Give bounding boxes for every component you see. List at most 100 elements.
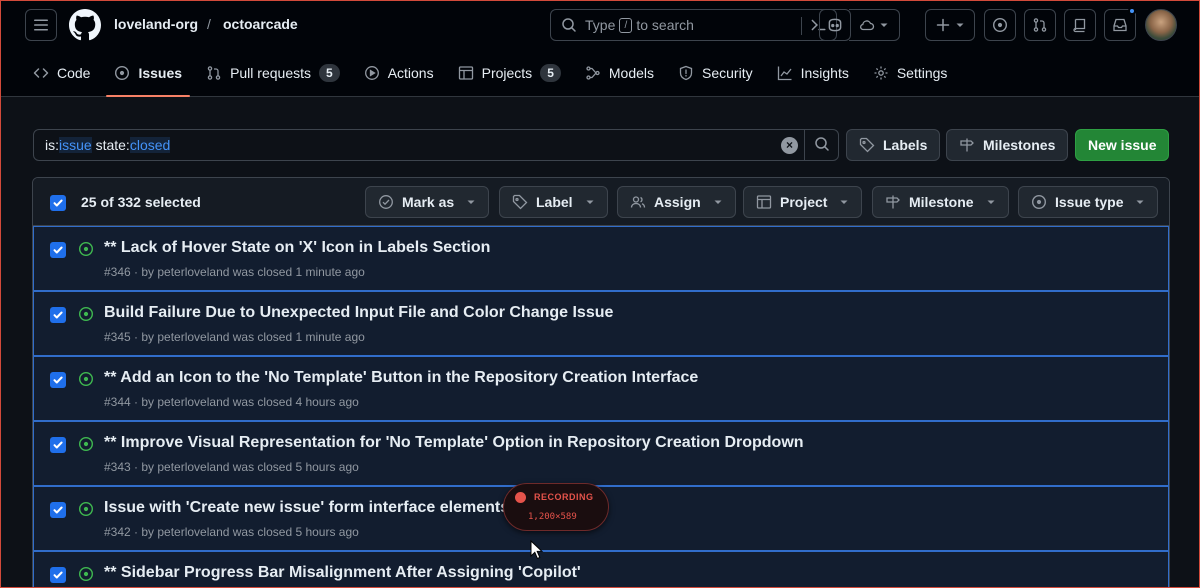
clear-filter-icon[interactable]: × <box>781 137 798 154</box>
breadcrumb-separator: / <box>207 16 211 32</box>
search-icon <box>561 17 577 33</box>
pull-requests-button[interactable] <box>1024 9 1056 41</box>
create-new-button[interactable] <box>925 9 975 41</box>
new-issue-button[interactable]: New issue <box>1075 129 1170 161</box>
chevron-down-icon <box>839 197 849 207</box>
mark-as-label: Mark as <box>402 194 455 210</box>
row-checkbox[interactable] <box>50 307 66 323</box>
row-checkbox[interactable] <box>50 567 66 583</box>
filter-value-issue: issue <box>59 137 92 153</box>
gear-icon <box>873 65 889 81</box>
list-item[interactable]: Build Failure Due to Unexpected Input Fi… <box>33 291 1169 356</box>
global-header: loveland-org / octoarcade Type / to sear… <box>1 1 1199 97</box>
global-search-input[interactable]: Type / to search <box>550 9 837 41</box>
issue-title[interactable]: Issue with 'Create new issue' form inter… <box>104 499 509 517</box>
row-checkbox[interactable] <box>50 502 66 518</box>
header-row: loveland-org / octoarcade Type / to sear… <box>25 7 1177 41</box>
assign-button[interactable]: Assign <box>617 186 736 218</box>
tab-pull-requests[interactable]: Pull requests 5 <box>198 53 348 93</box>
new-issue-label: New issue <box>1088 137 1157 153</box>
filter-key-is: is: <box>45 137 59 153</box>
recording-label: RECORDING <box>534 492 594 502</box>
tab-code[interactable]: Code <box>25 53 98 93</box>
labels-label: Labels <box>883 137 928 153</box>
notification-indicator <box>1128 7 1136 15</box>
repo-nav-tabs: Code Issues Pull requests 5 Actions Proj… <box>25 53 1177 97</box>
issue-title[interactable]: ** Improve Visual Representation for 'No… <box>104 434 804 452</box>
list-item[interactable]: ** Lack of Hover State on 'X' Icon in La… <box>33 226 1169 291</box>
tab-counter: 5 <box>540 64 561 82</box>
code-icon <box>33 65 49 81</box>
issue-opened-icon <box>1031 194 1047 210</box>
search-placeholder-prefix: Type <box>585 17 616 33</box>
avatar[interactable] <box>1145 9 1177 41</box>
recording-size: 1,200×589 <box>528 512 577 522</box>
issue-title[interactable]: ** Lack of Hover State on 'X' Icon in La… <box>104 239 490 257</box>
tab-projects[interactable]: Projects 5 <box>450 53 569 93</box>
tab-label: Projects <box>481 65 533 81</box>
copilot-button[interactable] <box>819 9 851 41</box>
issue-title[interactable]: ** Add an Icon to the 'No Template' Butt… <box>104 369 698 387</box>
checkmark-icon <box>53 571 63 579</box>
tab-models[interactable]: Models <box>577 53 662 93</box>
row-checkbox[interactable] <box>50 242 66 258</box>
milestone-button[interactable]: Milestone <box>872 186 1009 218</box>
chevron-down-icon <box>585 197 595 207</box>
chevron-down-icon <box>713 197 723 207</box>
git-pull-request-icon <box>206 65 222 81</box>
chevron-down-icon <box>955 20 965 30</box>
tab-label: Issues <box>138 65 183 81</box>
menu-button[interactable] <box>25 9 57 41</box>
app-window: loveland-org / octoarcade Type / to sear… <box>0 0 1200 588</box>
milestones-button[interactable]: Milestones <box>946 129 1069 161</box>
select-all-checkbox[interactable] <box>50 195 66 211</box>
table-icon <box>458 65 474 81</box>
labels-button[interactable]: Labels <box>846 129 941 161</box>
issue-opened-icon <box>114 65 130 81</box>
row-checkbox[interactable] <box>50 437 66 453</box>
checkmark-icon <box>53 311 63 319</box>
issue-type-label: Issue type <box>1055 194 1124 210</box>
search-placeholder-suffix: to search <box>636 17 694 33</box>
list-item[interactable]: ** Add an Icon to the 'No Template' Butt… <box>33 356 1169 421</box>
github-logo-icon[interactable] <box>69 9 101 41</box>
copilot-menu-button[interactable] <box>849 9 900 41</box>
chevron-down-icon <box>466 197 476 207</box>
issues-filter-input[interactable]: is: issue state: closed × <box>33 129 839 161</box>
tab-counter: 5 <box>319 64 340 82</box>
label-button[interactable]: Label <box>499 186 608 218</box>
issue-state-icon <box>78 241 94 257</box>
checkmark-icon <box>53 246 63 254</box>
issue-type-button[interactable]: Issue type <box>1018 186 1159 218</box>
filter-search-button[interactable] <box>804 129 838 161</box>
tab-actions[interactable]: Actions <box>356 53 442 93</box>
check-circle-icon <box>378 194 394 210</box>
list-item[interactable]: ** Sidebar Progress Bar Misalignment Aft… <box>33 551 1169 587</box>
row-checkbox[interactable] <box>50 372 66 388</box>
issue-title[interactable]: Build Failure Due to Unexpected Input Fi… <box>104 304 613 322</box>
breadcrumb-repo[interactable]: octoarcade <box>223 16 298 32</box>
breadcrumb-owner[interactable]: loveland-org <box>114 16 198 32</box>
project-label: Project <box>780 194 828 210</box>
mark-as-button[interactable]: Mark as <box>365 186 490 218</box>
tab-issues[interactable]: Issues <box>106 53 190 97</box>
issue-opened-icon <box>992 17 1008 33</box>
issue-meta: #343 · by peterloveland was closed 5 hou… <box>104 460 359 474</box>
search-icon <box>814 136 830 155</box>
issue-meta: #344 · by peterloveland was closed 4 hou… <box>104 395 359 409</box>
label-label: Label <box>536 194 573 210</box>
issue-state-icon <box>78 566 94 582</box>
issues-button[interactable] <box>984 9 1016 41</box>
tab-insights[interactable]: Insights <box>769 53 857 93</box>
repositories-button[interactable] <box>1064 9 1096 41</box>
tab-security[interactable]: Security <box>670 53 761 93</box>
mouse-cursor-icon <box>530 539 544 565</box>
list-item[interactable]: ** Improve Visual Representation for 'No… <box>33 421 1169 486</box>
tab-settings[interactable]: Settings <box>865 53 956 93</box>
tag-icon <box>512 194 528 210</box>
shield-icon <box>678 65 694 81</box>
recording-indicator[interactable]: RECORDING 1,200×589 <box>503 483 609 531</box>
project-button[interactable]: Project <box>743 186 863 218</box>
checkmark-icon <box>53 376 63 384</box>
issue-title[interactable]: ** Sidebar Progress Bar Misalignment Aft… <box>104 564 581 582</box>
